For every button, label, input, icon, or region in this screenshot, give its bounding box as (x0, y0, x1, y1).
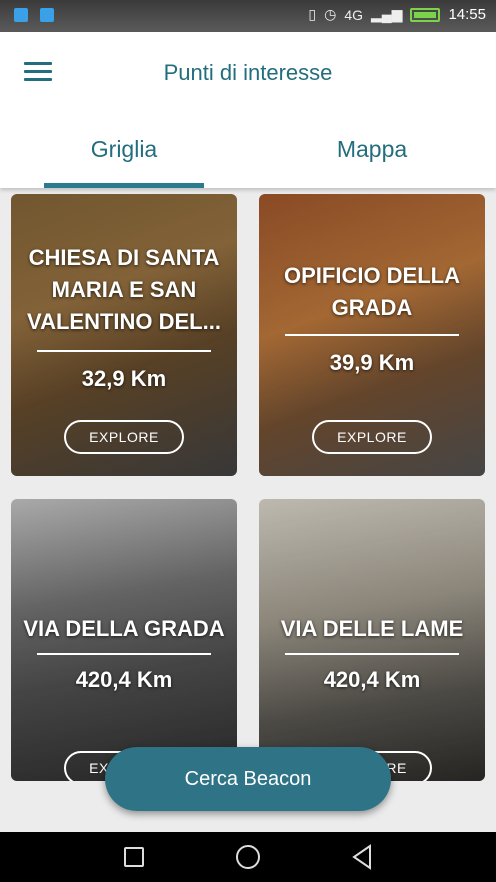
notification-icons (14, 8, 54, 22)
circle-icon (236, 845, 260, 869)
poi-card[interactable]: VIA DELLE LAME 420,4 Km EXPLORE (259, 499, 485, 781)
usb-icon (14, 8, 28, 22)
card-distance: 39,9 Km (329, 350, 415, 375)
back-button[interactable] (348, 843, 376, 871)
system-nav-bar (0, 832, 496, 882)
poi-card[interactable]: OPIFICIO DELLA GRADA 39,9 Km EXPLORE (259, 194, 485, 476)
card-divider (285, 334, 459, 336)
card-title: CHIESA DI SANTA MARIA E SAN VALENTINO DE… (27, 245, 221, 334)
explore-button[interactable]: EXPLORE (64, 420, 184, 454)
recents-button[interactable] (120, 843, 148, 871)
signal-icon: ▂▄▆ (371, 6, 403, 22)
tab-griglia[interactable]: Griglia (0, 128, 248, 188)
search-beacon-button[interactable]: Cerca Beacon (105, 747, 391, 811)
poi-card[interactable]: CHIESA DI SANTA MARIA E SAN VALENTINO DE… (11, 194, 237, 476)
card-title: VIA DELLE LAME (280, 616, 464, 641)
alarm-icon: ◷ (324, 6, 337, 22)
card-divider (285, 653, 459, 655)
card-divider (37, 350, 211, 352)
card-title: OPIFICIO DELLA GRADA (284, 263, 460, 320)
triangle-back-icon (352, 844, 371, 870)
battery-icon (410, 7, 441, 22)
image-icon (40, 8, 54, 22)
explore-button[interactable]: EXPLORE (312, 420, 432, 454)
page-title: Punti di interesse (163, 60, 333, 85)
tab-mappa[interactable]: Mappa (248, 128, 496, 188)
network-type: 4G (344, 6, 363, 23)
app-bar: Punti di interesse Griglia Mappa (0, 32, 496, 188)
card-distance: 32,9 Km (81, 366, 167, 391)
home-button[interactable] (234, 843, 262, 871)
status-bar: ▯ ◷ 4G ▂▄▆ 14:55 (0, 0, 496, 32)
square-icon (124, 847, 144, 867)
card-distance: 420,4 Km (75, 667, 173, 692)
poi-card[interactable]: VIA DELLA GRADA 420,4 Km EXPLORE (11, 499, 237, 781)
card-distance: 420,4 Km (323, 667, 421, 692)
card-title: VIA DELLA GRADA (23, 616, 225, 641)
clock: 14:55 (448, 6, 486, 23)
tab-bar: Griglia Mappa (0, 128, 496, 188)
system-icons: ▯ ◷ 4G ▂▄▆ 14:55 (308, 6, 486, 23)
vibrate-icon: ▯ (308, 6, 317, 22)
card-divider (37, 653, 211, 655)
